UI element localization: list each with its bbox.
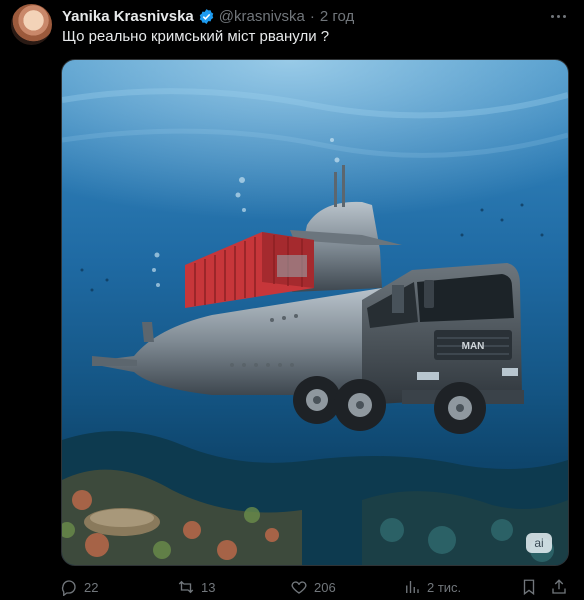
bookmark-icon (523, 579, 535, 596)
post-image[interactable]: MAN ai (61, 59, 569, 566)
author-handle[interactable]: @krasnivska (219, 8, 305, 25)
share-icon (552, 579, 566, 594)
more-options-icon[interactable] (548, 6, 568, 26)
bookmark-button[interactable] (520, 576, 538, 598)
views-button[interactable]: 2 тис. (403, 576, 461, 598)
views-count: 2 тис. (427, 579, 462, 595)
repost-icon (178, 580, 194, 594)
like-count: 206 (314, 579, 336, 595)
verified-badge-icon (199, 8, 213, 24)
share-button[interactable] (550, 576, 568, 598)
ai-label-badge[interactable]: ai (526, 533, 552, 553)
reply-icon (61, 580, 76, 596)
truck-cab: MAN (362, 263, 524, 405)
post-text: Що реально кримський міст рванули ? (62, 28, 330, 45)
reply-count: 22 (84, 579, 99, 595)
post-time[interactable]: 2 год (320, 8, 354, 25)
heart-icon (291, 581, 307, 594)
action-bar: 22 13 206 2 тис. (60, 576, 570, 598)
avatar[interactable] (11, 4, 52, 45)
submarine-truck-illustration: MAN (62, 60, 568, 565)
repost-count: 13 (201, 579, 216, 595)
separator-dot: · (309, 7, 315, 25)
repost-button[interactable]: 13 (177, 576, 215, 598)
views-chart-icon (406, 581, 419, 593)
like-button[interactable]: 206 (290, 576, 336, 598)
reply-button[interactable]: 22 (60, 576, 98, 598)
truck-logo-text: MAN (462, 341, 485, 352)
tweet[interactable]: Yanika Krasnivska @krasnivska · 2 год Що… (0, 0, 584, 600)
author-name[interactable]: Yanika Krasnivska (62, 8, 194, 25)
tweet-header: Yanika Krasnivska @krasnivska · 2 год (62, 6, 572, 26)
